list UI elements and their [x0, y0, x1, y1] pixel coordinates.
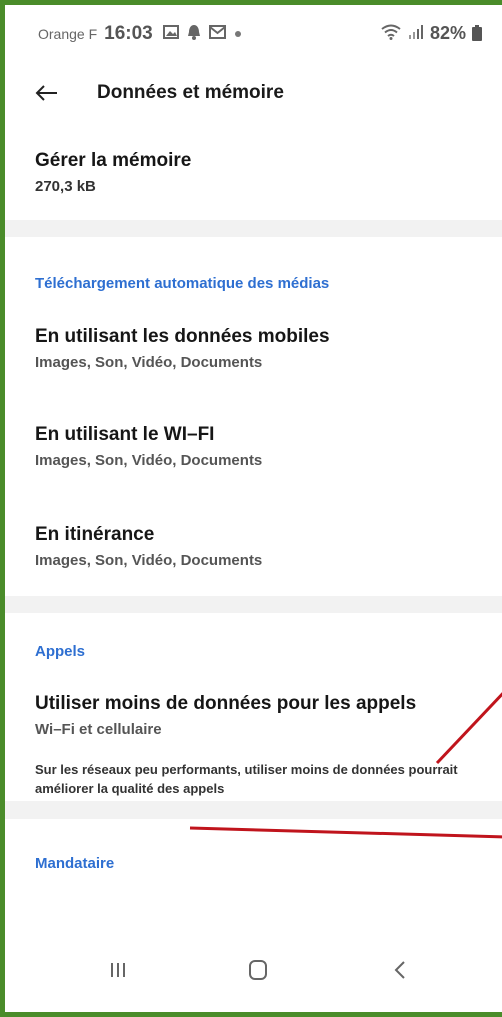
media-roaming-item[interactable]: En itinérance Images, Son, Vidéo, Docume…: [5, 510, 502, 596]
calls-section-title: Appels: [35, 643, 86, 660]
media-wifi-subtitle: Images, Son, Vidéo, Documents: [35, 452, 263, 469]
section-divider: [5, 801, 502, 819]
signal-icon: [408, 24, 424, 43]
dot-icon: [234, 25, 242, 43]
low-data-calls-item[interactable]: Utiliser moins de données pour les appel…: [5, 681, 502, 801]
back-nav-button[interactable]: [370, 950, 430, 990]
gallery-icon: [162, 24, 179, 44]
battery-percent: 82%: [429, 23, 466, 43]
media-mobile-data-item[interactable]: En utilisant les données mobiles Images,…: [5, 310, 502, 410]
media-mobile-data-title: En utilisant les données mobiles: [35, 326, 330, 347]
home-button[interactable]: [228, 950, 288, 990]
phone-frame: Orange F 16:03 82% Données et mémoire Gé…: [0, 0, 502, 1017]
low-data-calls-subtitle: Wi–Fi et cellulaire: [35, 721, 162, 738]
page-title: Données et mémoire: [97, 82, 284, 103]
media-roaming-subtitle: Images, Son, Vidéo, Documents: [35, 552, 263, 569]
manage-storage-title: Gérer la mémoire: [35, 150, 192, 171]
recent-apps-button[interactable]: [88, 950, 148, 990]
navigation-bar: [5, 932, 502, 1012]
battery-icon: [472, 24, 482, 41]
arrow-left-icon: [35, 85, 57, 101]
media-roaming-title: En itinérance: [35, 524, 155, 545]
status-clock: 16:03: [104, 23, 153, 44]
manage-storage-item[interactable]: Gérer la mémoire 270,3 kB: [5, 125, 502, 220]
back-button[interactable]: [27, 73, 67, 113]
wifi-icon: [380, 24, 402, 43]
chevron-left-icon: [394, 961, 405, 979]
status-bar: Orange F 16:03 82%: [5, 5, 502, 63]
section-divider: [5, 220, 502, 237]
settings-list: Gérer la mémoire 270,3 kB Téléchargement…: [5, 125, 502, 895]
recent-apps-icon: [111, 963, 125, 977]
low-data-calls-title: Utiliser moins de données pour les appel…: [35, 693, 417, 714]
media-mobile-data-subtitle: Images, Son, Vidéo, Documents: [35, 354, 263, 371]
section-divider: [5, 596, 502, 613]
app-header: Données et mémoire: [5, 65, 502, 121]
ring-icon: [187, 24, 201, 45]
storage-size: 270,3 kB: [35, 178, 96, 195]
media-wifi-title: En utilisant le WI–FI: [35, 424, 215, 445]
media-download-section-title: Téléchargement automatique des médias: [35, 275, 330, 292]
low-data-calls-description: Sur les réseaux peu performants, utilise…: [35, 762, 458, 796]
carrier-label: Orange F: [38, 26, 98, 42]
home-icon: [249, 960, 267, 980]
message-icon: [208, 24, 226, 44]
status-right-group: 82%: [380, 23, 482, 44]
proxy-section-title[interactable]: Mandataire: [5, 819, 502, 895]
media-wifi-item[interactable]: En utilisant le WI–FI Images, Son, Vidéo…: [5, 410, 502, 510]
